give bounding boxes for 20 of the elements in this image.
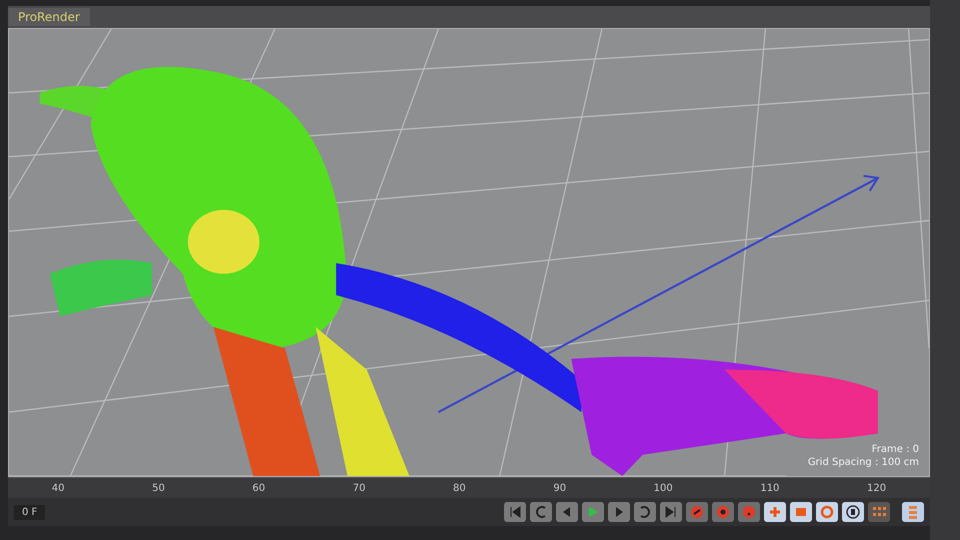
previous-frame-icon[interactable] [556,502,578,522]
frame-number: 60 [252,482,266,494]
next-frame-icon[interactable] [608,502,630,522]
play-icon[interactable] [582,502,604,522]
viewport-info-text: Frame : 0 [872,444,919,455]
renderer-tab[interactable]: ProRender [8,8,90,26]
viewport-info-text: Grid Spacing : 100 cm [808,457,919,468]
frame-number: 110 [760,482,780,494]
frame-number: 50 [152,482,165,494]
frame-number: 80 [453,482,466,494]
frame-number: 90 [553,482,566,494]
frame-number: 100 [654,482,673,494]
go-to-start-icon[interactable] [504,502,526,522]
frame-number: 70 [352,482,366,494]
timeline-ruler[interactable]: 40 50 60 70 80 90 100 110 120 [8,477,930,498]
go-to-end-icon[interactable] [660,502,682,522]
dots-grid-icon[interactable] [868,502,890,522]
frame-number: 40 [52,482,65,494]
frame-field[interactable]: 0 F [14,504,46,520]
frame-number: 120 [867,482,886,494]
